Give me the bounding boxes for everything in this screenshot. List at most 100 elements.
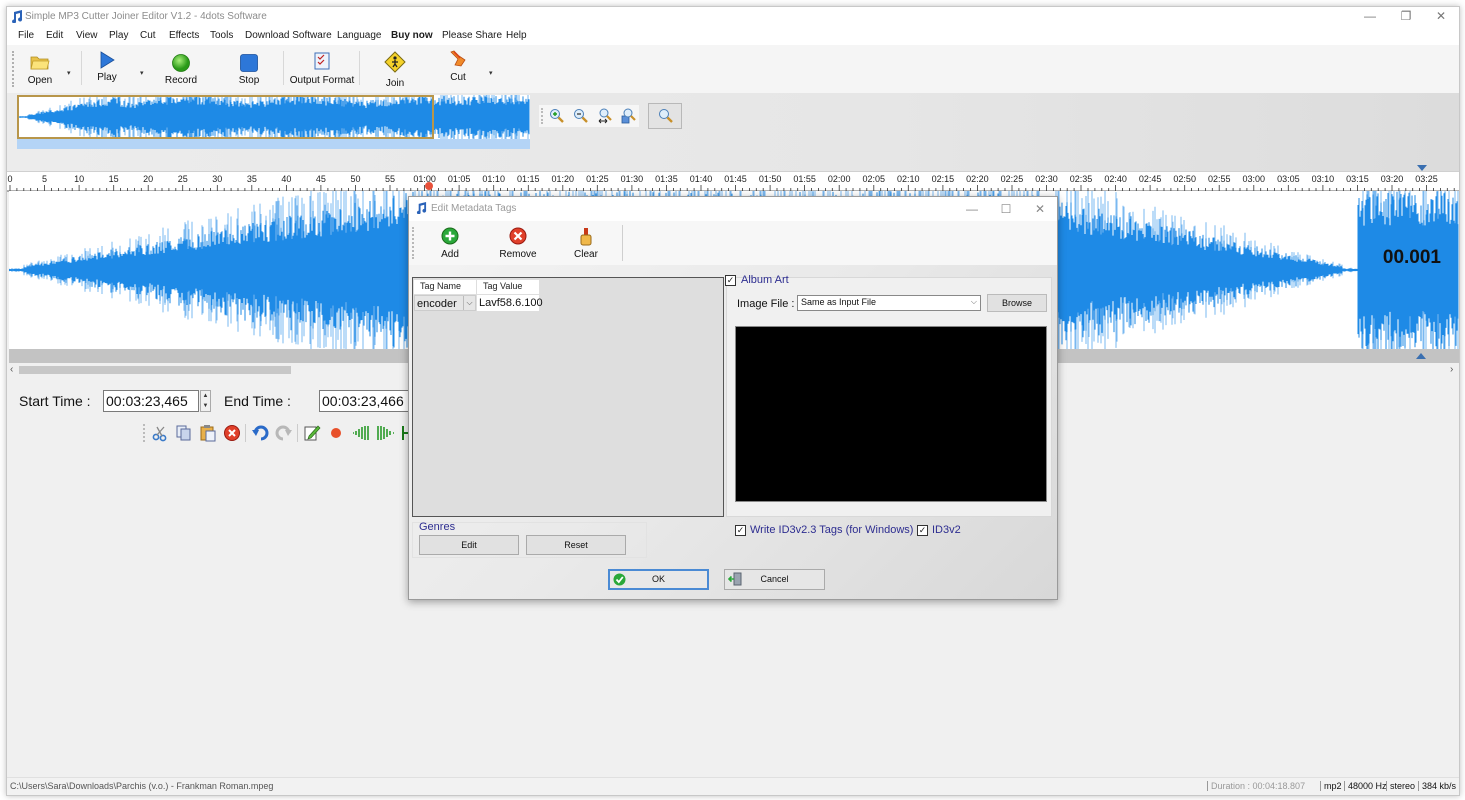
cut-button[interactable]: Cut — [439, 49, 477, 89]
zoom-active-icon — [659, 109, 673, 123]
menu-bar: File Edit View Play Cut Effects Tools Do… — [7, 27, 1459, 45]
record-button[interactable]: Record — [161, 49, 201, 89]
play-button[interactable]: Play — [89, 49, 125, 89]
minimize-button[interactable]: — — [1353, 7, 1387, 27]
paste-icon[interactable] — [199, 424, 217, 442]
column-header-tag-value[interactable]: Tag Value — [477, 280, 539, 294]
overview-waveform[interactable] — [17, 95, 530, 139]
open-dropdown-arrow[interactable]: ▾ — [67, 69, 71, 77]
ruler-tick-label: 5 — [42, 174, 48, 184]
start-time-spinner[interactable]: ▲ ▼ — [200, 390, 211, 412]
dialog-maximize-button[interactable]: ☐ — [991, 199, 1021, 219]
end-marker-bottom[interactable] — [1416, 353, 1426, 359]
overview-area — [7, 93, 1459, 171]
checklist-icon — [314, 52, 330, 70]
record-dot-icon[interactable] — [327, 424, 345, 442]
undo-icon[interactable] — [251, 424, 269, 442]
spin-up-arrow[interactable]: ▲ — [201, 391, 210, 401]
ruler-tick-label: 01:40 — [689, 174, 713, 184]
spin-down-arrow[interactable]: ▼ — [201, 401, 210, 411]
menu-play[interactable]: Play — [109, 30, 128, 41]
edit-metadata-dialog: Edit Metadata Tags — ☐ ✕ Add Remove Clea… — [408, 196, 1058, 600]
clear-tags-button[interactable]: Clear — [561, 227, 611, 263]
tag-name-value: encoder — [417, 298, 457, 310]
scroll-left-arrow[interactable]: ‹ — [10, 364, 13, 376]
write-id3v23-label: Write ID3v2.3 Tags (for Windows) — [750, 524, 914, 536]
remove-label: Remove — [499, 249, 537, 260]
ok-button[interactable]: OK — [608, 569, 709, 590]
status-bar: C:\Users\Sara\Downloads\Parchis (v.o.) -… — [7, 777, 1459, 795]
tags-grid[interactable]: Tag Name Tag Value encoder ⌵ Lavf58.6.10… — [412, 277, 724, 517]
join-button[interactable]: Join — [375, 49, 415, 89]
edit-icon[interactable] — [303, 424, 321, 442]
add-tag-button[interactable]: Add — [425, 227, 475, 263]
app-music-icon — [12, 10, 23, 23]
genres-reset-button[interactable]: Reset — [526, 535, 626, 555]
menu-language[interactable]: Language — [337, 30, 382, 41]
tag-value-cell[interactable]: Lavf58.6.100 — [477, 295, 543, 311]
play-dropdown-arrow[interactable]: ▾ — [140, 69, 144, 77]
dialog-close-button[interactable]: ✕ — [1025, 199, 1055, 219]
end-time-input[interactable] — [319, 390, 415, 412]
dialog-toolbar-grip — [412, 227, 414, 259]
write-id3v23-checkbox[interactable]: ✓ — [735, 525, 746, 536]
zoom-out-icon[interactable] — [573, 108, 589, 124]
ruler-tick-label: 25 — [177, 174, 188, 184]
menu-help[interactable]: Help — [506, 30, 527, 41]
output-format-button[interactable]: Output Format — [289, 49, 355, 89]
id3v2-label: ID3v2 — [932, 524, 961, 536]
timeline-ruler[interactable]: 0 5 10 15 20 25 30 35 40 45 50 55 01:00 01:05 01:10 01:… — [7, 171, 1459, 192]
ruler-tick-label: 02:55 — [1207, 174, 1231, 184]
menu-cut[interactable]: Cut — [140, 30, 156, 41]
playhead-marker-icon[interactable] — [424, 181, 434, 191]
cut-dropdown-arrow[interactable]: ▾ — [489, 69, 493, 77]
position-counter: 00.001 — [1382, 247, 1441, 268]
open-button[interactable]: Open — [21, 49, 59, 89]
album-art-checkbox[interactable]: ✓ — [725, 275, 736, 286]
column-header-tag-name[interactable]: Tag Name — [414, 280, 476, 294]
redo-icon[interactable] — [275, 424, 293, 442]
browse-button[interactable]: Browse — [987, 294, 1047, 312]
zoom-active-button[interactable] — [648, 103, 682, 129]
delete-icon[interactable] — [223, 424, 241, 442]
stop-button[interactable]: Stop — [229, 49, 269, 89]
ruler-tick-label: 01:05 — [447, 174, 471, 184]
zoom-in-icon[interactable] — [549, 108, 565, 124]
id3v2-checkbox[interactable]: ✓ — [917, 525, 928, 536]
image-file-value: Same as Input File — [801, 297, 877, 307]
close-button[interactable]: ✕ — [1424, 7, 1458, 27]
cancel-button[interactable]: Cancel — [724, 569, 825, 590]
copy-icon[interactable] — [175, 424, 193, 442]
ruler-tick-label: 02:35 — [1069, 174, 1093, 184]
zoom-fit-width-icon[interactable] — [597, 108, 613, 124]
menu-edit[interactable]: Edit — [46, 30, 63, 41]
genres-edit-button[interactable]: Edit — [419, 535, 519, 555]
overview-scroll-bar[interactable] — [17, 139, 530, 149]
scroll-thumb[interactable] — [19, 366, 291, 374]
zoom-selection-icon[interactable] — [621, 108, 637, 124]
ruler-tick-label: 02:25 — [1000, 174, 1024, 184]
ruler-tick-label: 02:10 — [897, 174, 920, 184]
scroll-right-arrow[interactable]: › — [1450, 364, 1453, 376]
fade-out-icon[interactable] — [375, 424, 397, 442]
menu-please-share[interactable]: Please Share — [442, 30, 502, 41]
ruler-tick-label: 01:35 — [655, 174, 678, 184]
fade-in-icon[interactable] — [351, 424, 373, 442]
image-file-select[interactable]: Same as Input File ⌵ — [797, 295, 981, 311]
tag-name-dropdown-icon[interactable]: ⌵ — [463, 296, 475, 310]
toolbar-separator — [283, 51, 284, 85]
toolbar-grip[interactable] — [12, 51, 14, 87]
tag-name-cell[interactable]: encoder ⌵ — [414, 295, 476, 311]
remove-tag-button[interactable]: Remove — [493, 227, 543, 263]
dialog-minimize-button[interactable]: — — [957, 199, 987, 219]
menu-tools[interactable]: Tools — [210, 30, 233, 41]
cut-icon[interactable] — [151, 424, 169, 442]
menu-view[interactable]: View — [76, 30, 98, 41]
start-time-input[interactable] — [103, 390, 199, 412]
menu-buy-now[interactable]: Buy now — [391, 30, 433, 41]
menu-effects[interactable]: Effects — [169, 30, 199, 41]
menu-download-software[interactable]: Download Software — [245, 30, 332, 41]
restore-button[interactable]: ❐ — [1389, 7, 1423, 27]
ruler-tick-label: 01:10 — [482, 174, 505, 184]
menu-file[interactable]: File — [18, 30, 34, 41]
